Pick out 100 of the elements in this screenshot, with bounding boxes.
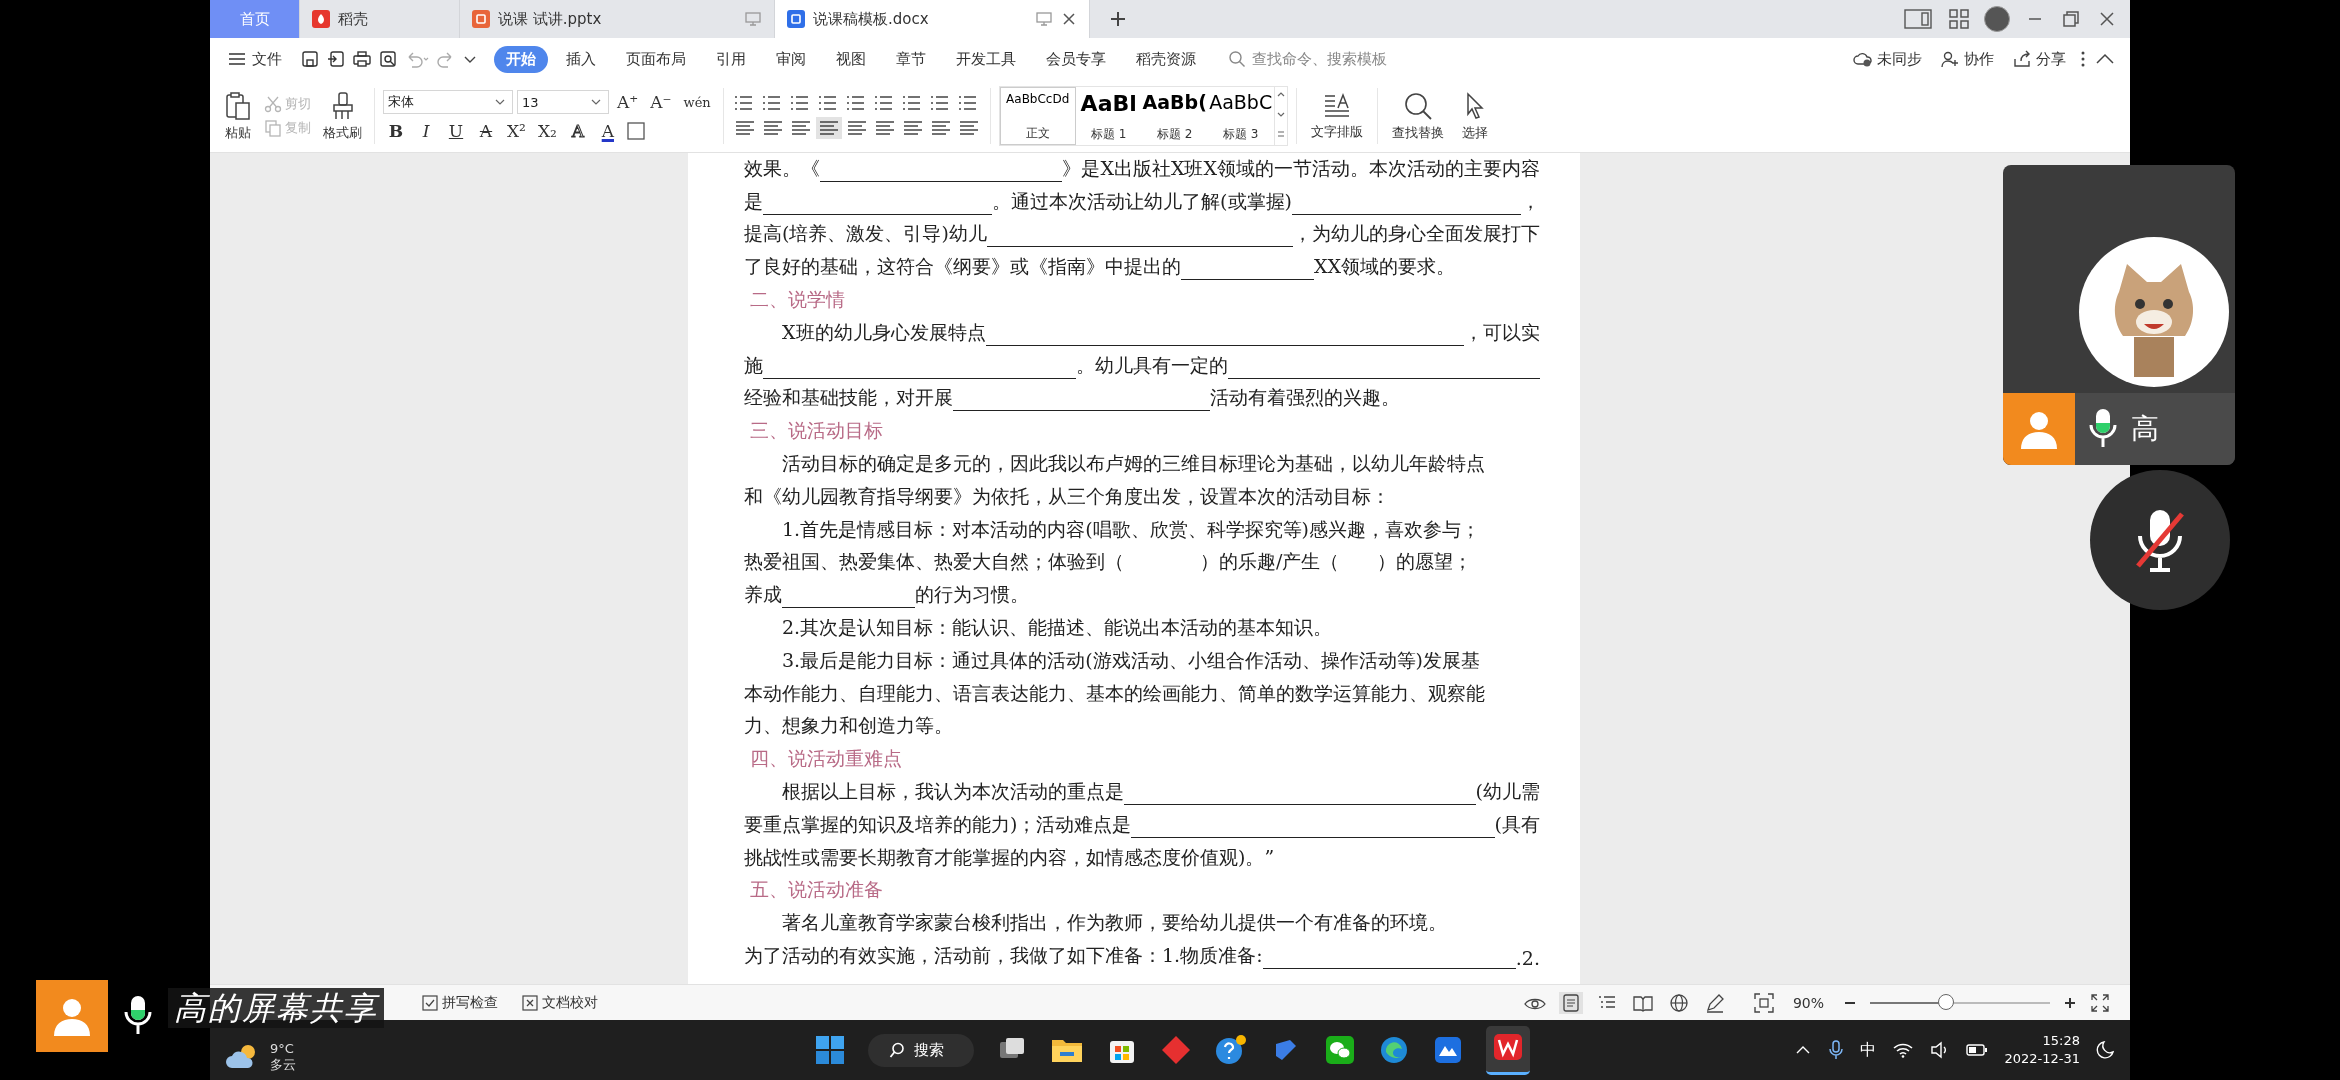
print-icon[interactable]	[352, 49, 372, 69]
document-text: (具有	[1494, 811, 1540, 837]
command-search-field[interactable]: 查找命令、搜索模板	[1250, 49, 1424, 69]
zoom-slider-thumb[interactable]	[1937, 993, 1954, 1010]
document-text: 3.最后是能力目标：通过具体的活动(游戏活动、小组合作活动、操作活动等)发展基	[782, 647, 1480, 673]
spell-check-button[interactable]: 拼写检查	[416, 992, 504, 1013]
document-text: 经验和基础技能，对开展	[744, 385, 953, 411]
restore-icon[interactable]	[2060, 8, 2082, 30]
document-text: 》是X出版社X班X领域的一节活动。本次活动的主要内容	[1062, 155, 1540, 181]
share-icon	[2012, 50, 2032, 68]
ribbon-tab[interactable]: 会员专享	[1034, 45, 1118, 73]
document-text: 施	[744, 352, 763, 378]
toolbar-action[interactable]: 未同步	[1847, 49, 1928, 69]
ribbon-tab[interactable]: 视图	[824, 45, 878, 73]
document-text: 了良好的基础，这符合《纲要》或《指南》中提出的	[744, 254, 1181, 280]
fullscreen-icon[interactable]	[2090, 992, 2110, 1013]
align-icon[interactable]	[815, 117, 842, 139]
document-text: 养成	[744, 582, 782, 608]
taskbar-app-button[interactable]	[1486, 1025, 1530, 1075]
toolbar-action[interactable]: 分享	[2006, 49, 2072, 69]
document-text: 力、想象力和创造力等。	[744, 713, 953, 739]
help-icon[interactable]	[1214, 1034, 1248, 1066]
battery-icon[interactable]	[1966, 1042, 1989, 1058]
save-icon[interactable]	[300, 49, 320, 69]
ribbon-tab[interactable]: 引用	[704, 45, 758, 73]
section-heading: 二、说学情	[749, 287, 845, 312]
page-view-icon[interactable]	[1558, 991, 1583, 1014]
section-heading: 五、说活动准备	[749, 877, 883, 903]
style-option[interactable]: AaBb( 标题 2	[1141, 87, 1208, 145]
ribbon-tab[interactable]: 开发工具	[944, 45, 1028, 73]
style-option[interactable]: AaBbC 标题 3	[1207, 87, 1274, 145]
grid-icon[interactable]	[1948, 8, 1970, 30]
clock-date[interactable]: 2022-12-31	[2004, 1050, 2080, 1068]
ribbon-tab[interactable]: 章节	[884, 45, 938, 73]
zoom-dropdown[interactable]: 90%	[1786, 993, 1830, 1012]
format-button[interactable]: A	[564, 121, 591, 141]
ribbon-tab[interactable]: 页面布局	[614, 45, 698, 73]
format-button[interactable]: X²	[503, 121, 530, 141]
file-menu[interactable]: 文件	[224, 49, 286, 69]
screen-share-label: 高的屏幕共享	[168, 988, 384, 1028]
dual-screen-icon[interactable]	[1904, 8, 1934, 30]
select-button[interactable]: 选择	[1457, 88, 1492, 144]
document-check-button[interactable]: 文档校对	[516, 992, 604, 1013]
format-button[interactable]: X₂	[533, 121, 561, 141]
format-button[interactable]: A	[473, 121, 499, 141]
document-text: 热爱祖国、热爱集体、热爱大自然；体验到（ ）的乐趣/产生（ ）的愿望；	[744, 549, 1473, 575]
search-icon	[1228, 50, 1246, 68]
format-painter-button[interactable]: 格式刷	[319, 88, 366, 144]
close-icon[interactable]	[1061, 11, 1077, 27]
toolbar-action[interactable]: 协作	[1934, 49, 2000, 69]
preview-icon[interactable]	[378, 49, 398, 69]
app-icon[interactable]	[1432, 1034, 1464, 1066]
ribbon-tab[interactable]: 开始	[494, 45, 548, 73]
browser-icon[interactable]	[1378, 1034, 1410, 1066]
participant-name: 高	[2131, 411, 2159, 447]
paste-button[interactable]: 粘贴	[220, 88, 256, 144]
chat-icon[interactable]	[1324, 1034, 1356, 1066]
font-tool-button[interactable]: A⁺	[613, 92, 643, 112]
document-text: 。幼儿具有一定的	[1075, 352, 1228, 378]
new-tab-icon[interactable]	[1108, 9, 1128, 29]
document-text: 1.首先是情感目标：对本活动的内容(唱歌、欣赏、科学探究等)感兴趣，喜欢参与；	[782, 516, 1480, 542]
document-text: 2.其次是认知目标：能认识、能描述、能说出本活动的基本知识。	[782, 614, 1333, 640]
document-tab[interactable]: 说课 试讲.pptx	[460, 0, 775, 38]
section-heading: 四、说活动重难点	[749, 746, 902, 772]
ribbon-tab[interactable]: 稻壳资源	[1124, 45, 1208, 73]
font-name-field[interactable]: 宋体	[383, 90, 513, 114]
text-layout-button[interactable]: 文字排版	[1304, 89, 1369, 143]
font-tool-button[interactable]: wén	[679, 94, 715, 110]
text-layout-icon	[1322, 91, 1351, 120]
border-text-icon[interactable]	[624, 120, 647, 142]
ribbon-tab[interactable]: 插入	[554, 45, 608, 73]
format-button[interactable]: B	[383, 121, 409, 141]
find-replace-button[interactable]: 查找替换	[1385, 88, 1450, 144]
font-tool-button[interactable]: A⁻	[646, 92, 676, 112]
style-option[interactable]: AaBbCcDd 正文	[999, 87, 1076, 145]
document-text: XX领域的要求。	[1314, 254, 1456, 280]
format-button[interactable]: A	[594, 121, 621, 141]
export-icon[interactable]	[326, 49, 346, 69]
weather-text: 多云	[270, 1055, 296, 1074]
microphone-icon[interactable]	[1828, 1039, 1845, 1061]
menu-icon	[228, 52, 246, 66]
format-button[interactable]: U	[443, 121, 469, 141]
input-method-indicator[interactable]: 中	[1860, 1039, 1877, 1061]
format-button[interactable]: I	[413, 121, 439, 141]
diamond-app-icon[interactable]	[1160, 1034, 1192, 1066]
avatar[interactable]	[1984, 6, 2010, 32]
document-tab[interactable]: 稻壳	[300, 0, 460, 38]
fit-page-icon[interactable]	[1752, 991, 1775, 1014]
search-icon	[888, 1041, 906, 1059]
taskbar-search-button[interactable]: 搜索	[868, 1033, 974, 1067]
font-size-field[interactable]: 13	[517, 90, 609, 114]
ribbon-tab[interactable]: 审阅	[764, 45, 818, 73]
clock-time[interactable]: 15:28	[2042, 1032, 2080, 1050]
search-icon	[1402, 90, 1433, 121]
moon-icon[interactable]	[2096, 1040, 2116, 1060]
document-text: 。通过本次活动让幼儿了解(或掌握)	[992, 188, 1292, 214]
style-option[interactable]: AaBl 标题 1	[1075, 87, 1142, 145]
wifi-icon[interactable]	[1892, 1041, 1915, 1059]
document-tab[interactable]: 说课稿模板.docx	[775, 0, 1090, 38]
windows-start-icon[interactable]	[814, 1034, 846, 1066]
